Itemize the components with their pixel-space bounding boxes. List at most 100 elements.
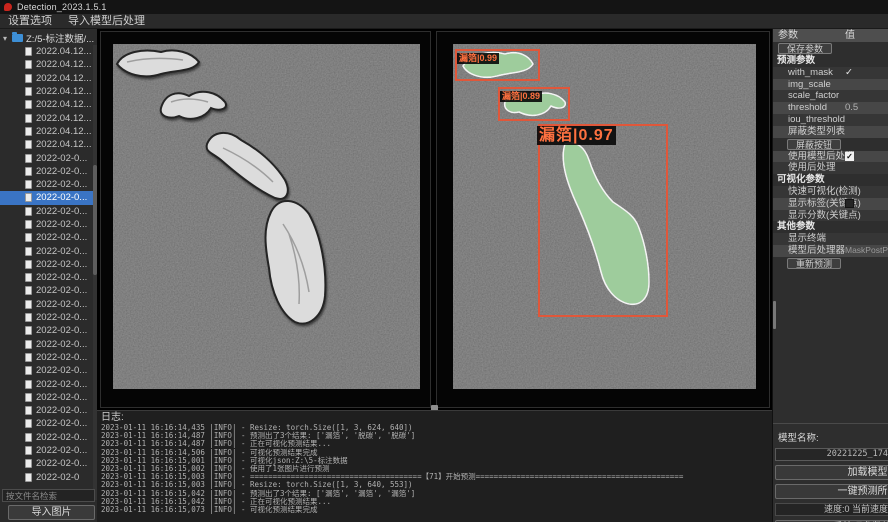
tree-item-label: 2022.04.12... — [36, 46, 91, 57]
tree-item[interactable]: 2022.04.12... — [0, 72, 97, 85]
tree-item[interactable]: 2022-02-0... — [0, 271, 97, 284]
menu-item-1[interactable]: 导入模型后处理 — [60, 14, 153, 29]
tree-item[interactable]: 2022-02-0... — [0, 165, 97, 178]
param-row[interactable]: 使用模型后处理✓ — [773, 151, 888, 163]
tree-item[interactable]: 2022-02-0... — [0, 457, 97, 470]
tree-item[interactable]: 2022.04.12... — [0, 138, 97, 151]
menu-item-0[interactable]: 设置选项 — [0, 14, 60, 29]
params-section-header: 预测参数 — [773, 55, 888, 67]
param-row[interactable]: 模型后处理器MaskPostPro — [773, 245, 888, 257]
param-checkbox-checked[interactable]: ✓ — [845, 152, 854, 161]
tree-item[interactable]: 2022-02-0... — [0, 338, 97, 351]
param-row[interactable]: img_scale — [773, 79, 888, 91]
speed-status: 速度:0 当前速度 — [775, 503, 888, 516]
file-icon — [25, 446, 32, 455]
tree-item[interactable]: 2022-02-0... — [0, 284, 97, 297]
params-button-row: 保存参数 — [773, 42, 888, 55]
model-name-field[interactable]: 20221225_174813 — [775, 448, 888, 461]
log-panel[interactable]: 日志: 2023-01-11 16:16:14,435 |INFO| - Res… — [97, 410, 772, 522]
tree-item[interactable]: 2022-02-0... — [0, 205, 97, 218]
tree-item[interactable]: 2022-02-0... — [0, 218, 97, 231]
file-tree-sidebar: ▾ Z:/5-标注数据/... 2022.04.12...2022.04.12.… — [0, 29, 97, 522]
detection-label: 漏箔|0.97 — [537, 126, 616, 145]
param-row[interactable]: 显示标签(关键点) — [773, 198, 888, 210]
file-icon — [25, 380, 32, 389]
tree-item[interactable]: 2022.04.12... — [0, 85, 97, 98]
tree-item[interactable]: 2022-02-0... — [0, 404, 97, 417]
tree-item[interactable]: 2022-02-0 — [0, 471, 97, 484]
tree-item[interactable]: 2022-02-0... — [0, 417, 97, 430]
window-title: Detection_2023.1.5.1 — [17, 2, 107, 12]
保存参数-button[interactable]: 保存参数 — [778, 43, 832, 54]
tree-item[interactable]: 2022-02-0... — [0, 231, 97, 244]
param-row[interactable]: 显示分数(关键点) — [773, 210, 888, 222]
tree-root-label: Z:/5-标注数据/... — [26, 31, 94, 45]
tree-item-label: 2022-02-0... — [36, 458, 87, 469]
load-model-button[interactable]: 加载模型 — [775, 465, 888, 480]
tree-item[interactable]: 2022-02-0... — [0, 298, 97, 311]
file-icon — [25, 127, 32, 136]
tree-item[interactable]: 2022.04.12... — [0, 111, 97, 124]
menu-bar: 设置选项导入模型后处理 — [0, 14, 888, 29]
tree-item[interactable]: 2022-02-0... — [0, 244, 97, 257]
tree-item[interactable]: 2022-02-0... — [0, 391, 97, 404]
tree-item-label: 2022-02-0... — [36, 365, 87, 376]
param-label: 显示终端 — [788, 233, 826, 244]
tree-item[interactable]: 2022-02-0... — [0, 151, 97, 164]
param-row[interactable]: iou_threshold — [773, 114, 888, 126]
tree-item-label: 2022-02-0... — [36, 192, 87, 203]
tree-item[interactable]: 2022-02-0... — [0, 311, 97, 324]
tree-item-label: 2022.04.12... — [36, 126, 91, 137]
file-icon — [25, 273, 32, 282]
tree-item[interactable]: 2022.04.12... — [0, 98, 97, 111]
tree-item[interactable]: 2022-02-0... — [0, 377, 97, 390]
filename-search-input[interactable] — [2, 489, 95, 502]
param-row[interactable]: 显示终端 — [773, 233, 888, 245]
param-checkmark: ✓ — [845, 67, 853, 79]
param-row[interactable]: scale_factor — [773, 90, 888, 102]
detection-overlay: 漏箔|0.99漏箔|0.89漏箔|0.97 — [453, 44, 756, 389]
tree-item-label: 2022.04.12... — [36, 86, 91, 97]
file-icon — [25, 220, 32, 229]
tree-item[interactable]: 2022-02-0... — [0, 351, 97, 364]
param-row[interactable]: with_mask✓ — [773, 67, 888, 79]
tree-item[interactable]: 2022-02-0... — [0, 191, 97, 204]
tree-item[interactable]: 2022-02-0... — [0, 258, 97, 271]
file-icon — [25, 286, 32, 295]
params-scrollbar-handle[interactable] — [773, 301, 776, 329]
param-row[interactable]: 屏蔽类型列表 — [773, 126, 888, 138]
tree-item-label: 2022-02-0... — [36, 166, 87, 177]
file-icon — [25, 260, 32, 269]
tree-item[interactable]: 2022-02-0... — [0, 364, 97, 377]
tree-item[interactable]: 2022.04.12... — [0, 125, 97, 138]
params-button-row: 重新预测 — [773, 257, 888, 270]
file-icon — [25, 300, 32, 309]
tree-item-label: 2022-02-0... — [36, 179, 87, 190]
param-row[interactable]: 使用后处理 — [773, 162, 888, 174]
tree-item-label: 2022-02-0... — [36, 219, 87, 230]
predict-all-button[interactable]: 一键预测所有 — [775, 484, 888, 499]
detection-label: 漏箔|0.89 — [500, 91, 542, 102]
tree-item[interactable]: 2022-02-0... — [0, 444, 97, 457]
image-panel-original[interactable] — [100, 31, 431, 408]
file-icon — [25, 180, 32, 189]
image-panel-prediction[interactable]: 漏箔|0.99漏箔|0.89漏箔|0.97 — [436, 31, 770, 408]
param-value: MaskPostPro — [845, 245, 888, 257]
tree-item-label: 2022.04.12... — [36, 139, 91, 150]
param-row[interactable]: threshold0.5 — [773, 102, 888, 114]
model-name-label: 模型名称: — [775, 430, 888, 444]
param-checkbox-empty[interactable] — [845, 199, 854, 208]
重新预测-button[interactable]: 重新预测 — [787, 258, 841, 269]
tree-item[interactable]: 2022-02-0... — [0, 324, 97, 337]
tree-item[interactable]: 2022.04.12... — [0, 58, 97, 71]
tree-item[interactable]: 2022-02-0... — [0, 178, 97, 191]
tree-expand-arrow-icon[interactable]: ▾ — [3, 34, 12, 43]
import-images-button[interactable]: 导入图片 — [8, 505, 95, 520]
param-row[interactable]: 快速可视化(检测) — [773, 186, 888, 198]
tree-root[interactable]: ▾ Z:/5-标注数据/... — [0, 31, 97, 45]
tree-item[interactable]: 2022-02-0... — [0, 431, 97, 444]
tree-item[interactable]: 2022.04.12... — [0, 45, 97, 58]
屏蔽按钮-button[interactable]: 屏蔽按钮 — [787, 139, 841, 150]
tree-item-label: 2022-02-0... — [36, 299, 87, 310]
file-icon — [25, 366, 32, 375]
